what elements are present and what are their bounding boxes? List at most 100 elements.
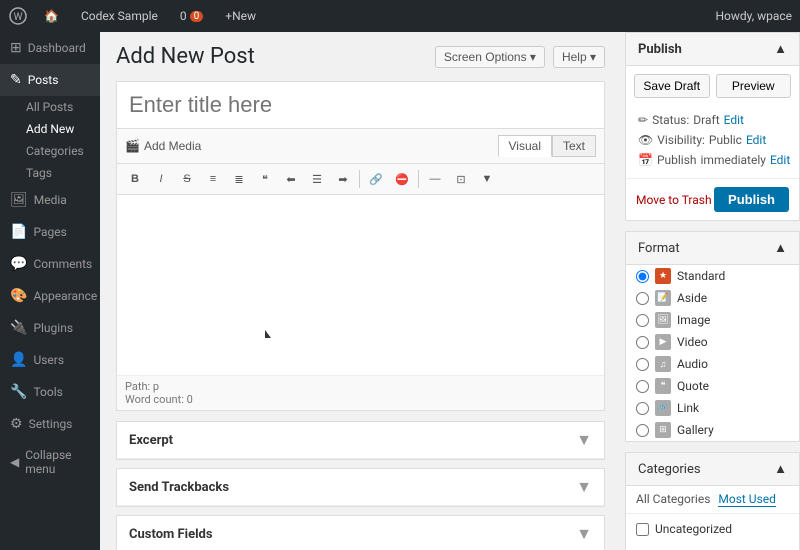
tab-most-used[interactable]: Most Used [718, 492, 776, 507]
sidebar-sub-all-posts[interactable]: All Posts [0, 96, 100, 118]
collapse-menu[interactable]: ◀ Collapse menu [0, 440, 100, 484]
help-button[interactable]: Help ▾ [553, 46, 605, 68]
publish-time-edit-link[interactable]: Edit [770, 153, 790, 167]
save-draft-button[interactable]: Save Draft [634, 74, 710, 98]
sidebar-sub-add-new[interactable]: Add New [0, 118, 100, 140]
sidebar-item-plugins[interactable]: 🔌 Plugins [0, 312, 100, 344]
word-count: Word count: 0 [125, 393, 596, 406]
format-item-link[interactable]: 🔗 Link [626, 397, 799, 419]
sidebar-item-label: Users [33, 353, 64, 367]
move-to-trash-link[interactable]: Move to Trash [636, 193, 712, 207]
strikethrough-button[interactable]: S [175, 168, 199, 190]
format-radio-quote[interactable] [636, 380, 649, 393]
sidebar-item-appearance[interactable]: 🎨 Appearance [0, 280, 100, 312]
sidebar-item-tools[interactable]: 🔧 Tools [0, 376, 100, 408]
editor-body[interactable] [117, 195, 604, 375]
trackbacks-title: Send Trackbacks [129, 480, 229, 495]
insert-more-button[interactable]: — [423, 168, 447, 190]
preview-button[interactable]: Preview [716, 74, 792, 98]
sidebar: ⊞ Dashboard ✎ Posts All Posts Add New Ca… [0, 32, 100, 550]
status-edit-link[interactable]: Edit [724, 113, 744, 127]
excerpt-title: Excerpt [129, 433, 173, 448]
ordered-list-button[interactable]: ≣ [227, 168, 251, 190]
admin-bar-site-name[interactable]: Codex Sample [75, 0, 164, 32]
sidebar-item-media[interactable]: 🖼 Media [0, 184, 100, 216]
format-radio-image[interactable] [636, 314, 649, 327]
visibility-value: Public [709, 133, 742, 147]
sidebar-item-label: Settings [29, 417, 73, 431]
tab-all-categories[interactable]: All Categories [636, 492, 710, 507]
visibility-edit-link[interactable]: Edit [746, 133, 766, 147]
sidebar-item-posts[interactable]: ✎ Posts [0, 64, 100, 96]
trackbacks-header[interactable]: Send Trackbacks ▼ [117, 469, 604, 506]
add-media-button[interactable]: 🎬 Add Media [125, 139, 201, 153]
add-new-category-link[interactable]: + Add New Category [626, 544, 799, 550]
sidebar-sub-categories[interactable]: Categories [0, 140, 100, 162]
tools-icon: 🔧 [10, 384, 27, 400]
posts-icon: ✎ [10, 72, 22, 88]
standard-icon: ★ [655, 268, 671, 284]
sidebar-item-pages[interactable]: 📄 Pages [0, 216, 100, 248]
publish-footer: Move to Trash Publish [626, 178, 799, 220]
categories-arrow: ▲ [774, 461, 787, 477]
sidebar-item-comments[interactable]: 💬 Comments [0, 248, 100, 280]
sidebar-sub-tags[interactable]: Tags [0, 162, 100, 184]
format-item-quote[interactable]: ❝ Quote [626, 375, 799, 397]
format-radio-link[interactable] [636, 402, 649, 415]
show-toolbar-button[interactable]: ▼ [475, 168, 499, 190]
admin-bar-home[interactable]: 🏠 [38, 0, 65, 32]
format-radio-gallery[interactable] [636, 424, 649, 437]
bold-button[interactable]: B [123, 168, 147, 190]
tab-visual[interactable]: Visual [498, 135, 552, 157]
sidebar-item-dashboard[interactable]: ⊞ Dashboard [0, 32, 100, 64]
excerpt-toggle[interactable]: ▼ [576, 430, 592, 450]
wp-logo-icon[interactable]: W [8, 6, 28, 26]
align-right-button[interactable]: ➡ [331, 168, 355, 190]
publish-box-title: Publish [638, 42, 682, 57]
align-center-button[interactable]: ☰ [305, 168, 329, 190]
admin-bar-notifications[interactable]: 0 0 [174, 0, 209, 32]
status-label: Status: [652, 113, 689, 127]
italic-button[interactable]: I [149, 168, 173, 190]
distraction-free-button[interactable]: ⊡ [449, 168, 473, 190]
sidebar-item-settings[interactable]: ⚙ Settings [0, 408, 100, 440]
excerpt-header[interactable]: Excerpt ▼ [117, 422, 604, 459]
format-item-standard[interactable]: ★ Standard [626, 265, 799, 287]
settings-icon: ⚙ [10, 416, 23, 432]
customfields-toggle[interactable]: ▼ [576, 524, 592, 544]
tab-text[interactable]: Text [552, 135, 596, 157]
publish-box-arrow: ▲ [774, 41, 787, 57]
format-item-video[interactable]: ▶ Video [626, 331, 799, 353]
unordered-list-button[interactable]: ≡ [201, 168, 225, 190]
title-input[interactable] [117, 82, 604, 129]
category-checkbox-uncategorized[interactable] [636, 523, 649, 536]
format-radio-video[interactable] [636, 336, 649, 349]
format-label-standard: Standard [677, 269, 725, 283]
editor-tabs: Visual Text [498, 135, 596, 157]
publish-time-value: immediately [701, 153, 766, 167]
link-button[interactable]: 🔗 [364, 168, 388, 190]
publish-button[interactable]: Publish [714, 187, 789, 212]
format-radio-standard[interactable] [636, 270, 649, 283]
categories-title: Categories [638, 462, 701, 477]
sidebar-item-label: Appearance [33, 289, 97, 303]
main-column: Add New Post Screen Options ▾ Help ▾ 🎬 A… [100, 32, 615, 550]
admin-bar-new[interactable]: + New [219, 0, 262, 32]
format-item-image[interactable]: 🖼 Image [626, 309, 799, 331]
align-left-button[interactable]: ⬅ [279, 168, 303, 190]
sidebar-item-label: Posts [28, 73, 59, 87]
format-item-gallery[interactable]: ⊞ Gallery [626, 419, 799, 441]
cursor-indicator [265, 330, 277, 346]
sidebar-item-users[interactable]: 👤 Users [0, 344, 100, 376]
blockquote-button[interactable]: ❝ [253, 168, 277, 190]
format-radio-audio[interactable] [636, 358, 649, 371]
customfields-header[interactable]: Custom Fields ▼ [117, 516, 604, 550]
format-item-audio[interactable]: ♫ Audio [626, 353, 799, 375]
trackbacks-toggle[interactable]: ▼ [576, 477, 592, 497]
dashboard-icon: ⊞ [10, 40, 22, 56]
screen-options-button[interactable]: Screen Options ▾ [435, 46, 545, 68]
format-radio-aside[interactable] [636, 292, 649, 305]
format-item-aside[interactable]: 📝 Aside [626, 287, 799, 309]
unlink-button[interactable]: ⛔ [390, 168, 414, 190]
admin-bar-greeting: Howdy, wpace [715, 9, 792, 23]
